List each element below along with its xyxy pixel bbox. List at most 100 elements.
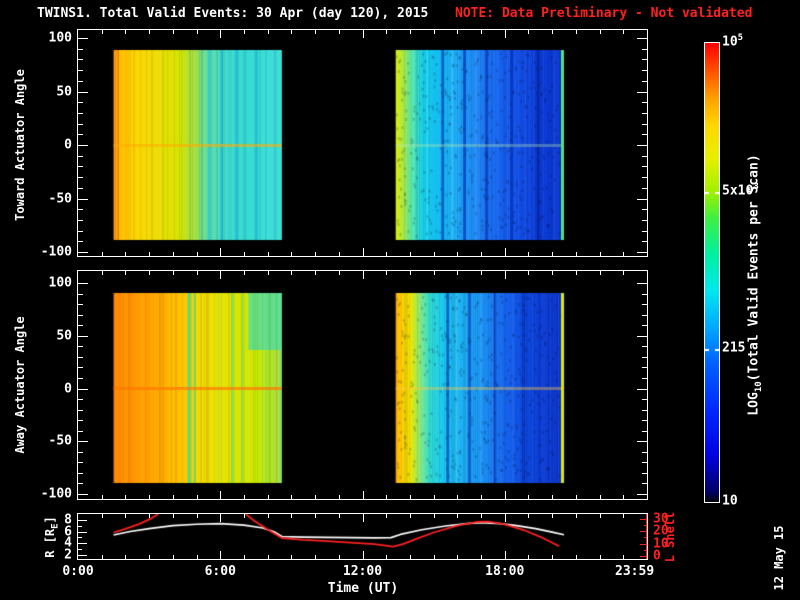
y-tick <box>78 220 83 221</box>
x-tick <box>291 555 292 559</box>
y-tick <box>637 252 647 253</box>
x-tick <box>197 271 198 275</box>
y-tick <box>642 462 647 463</box>
x-tick <box>220 551 221 559</box>
x-tick <box>528 555 529 559</box>
x-tick <box>220 514 221 522</box>
x-tick <box>528 30 529 34</box>
y-tick <box>78 452 83 453</box>
y-tick <box>78 81 83 82</box>
x-tick <box>149 514 150 518</box>
x-tick <box>244 514 245 518</box>
x-tick <box>552 514 553 518</box>
y-tick <box>78 166 83 167</box>
y-tick <box>78 378 83 379</box>
plot-page: TWINS1. Total Valid Events: 30 Apr (day … <box>0 0 800 600</box>
x-tick <box>623 495 624 499</box>
x-tick <box>505 514 506 522</box>
y-tick <box>78 315 83 316</box>
y-tick <box>642 134 647 135</box>
y-tick <box>642 209 647 210</box>
x-tick <box>220 271 221 279</box>
x-tick <box>410 252 411 256</box>
x-tick <box>363 514 364 522</box>
x-tick <box>552 555 553 559</box>
x-tick <box>173 271 174 275</box>
y-tick <box>642 81 647 82</box>
preliminary-note: NOTE: Data Preliminary - Not validated <box>455 7 752 20</box>
y-tick-label: 100 <box>30 277 72 290</box>
y-tick <box>642 378 647 379</box>
x-tick <box>505 248 506 256</box>
away-axis-title: Away Actuator Angle <box>14 316 26 453</box>
x-tick <box>600 495 601 499</box>
y-tick <box>78 483 83 484</box>
y-tick <box>642 220 647 221</box>
r-tick <box>78 549 82 550</box>
x-tick <box>125 30 126 34</box>
l-tick <box>644 537 647 538</box>
y-tick <box>78 357 83 358</box>
x-tick <box>623 514 624 518</box>
y-tick <box>642 188 647 189</box>
x-tick <box>623 555 624 559</box>
y-tick <box>642 102 647 103</box>
y-tick-label: -50 <box>30 435 72 448</box>
x-tick <box>244 555 245 559</box>
y-tick <box>78 59 83 60</box>
y-tick <box>78 199 88 200</box>
l-tick <box>644 525 647 526</box>
l-tick <box>640 531 647 532</box>
plot-title: TWINS1. Total Valid Events: 30 Apr (day … <box>37 7 428 20</box>
x-tick <box>600 252 601 256</box>
x-tick <box>528 514 529 518</box>
toward-axis-title: Toward Actuator Angle <box>14 69 26 221</box>
x-tick <box>434 514 435 518</box>
y-tick <box>78 134 83 135</box>
r-tick <box>78 543 87 544</box>
x-tick <box>623 30 624 34</box>
y-tick <box>637 389 647 390</box>
x-tick <box>291 271 292 275</box>
x-tick <box>576 252 577 256</box>
l-tick-label: 30 <box>653 512 669 525</box>
y-tick <box>78 70 83 71</box>
y-tick <box>642 410 647 411</box>
x-tick <box>268 271 269 275</box>
x-tick <box>149 252 150 256</box>
y-tick <box>642 70 647 71</box>
x-tick <box>268 555 269 559</box>
x-tick <box>268 514 269 518</box>
y-tick <box>637 145 647 146</box>
r-tick-label: 8 <box>30 513 72 526</box>
x-tick <box>125 555 126 559</box>
x-tick <box>505 30 506 38</box>
y-tick <box>642 124 647 125</box>
x-axis-title: Time (UT) <box>328 582 398 595</box>
x-tick <box>173 252 174 256</box>
x-tick <box>386 555 387 559</box>
x-tick <box>268 495 269 499</box>
x-tick <box>481 271 482 275</box>
r-tick <box>78 520 87 521</box>
away-spectrogram-panel <box>77 270 648 500</box>
y-tick-label: -100 <box>30 246 72 259</box>
r-tick <box>78 532 87 533</box>
x-tick <box>268 252 269 256</box>
x-tick <box>434 495 435 499</box>
x-tick <box>173 514 174 518</box>
y-tick <box>642 231 647 232</box>
x-tick <box>339 514 340 518</box>
x-tick <box>291 252 292 256</box>
l-tick <box>640 556 647 557</box>
y-tick <box>78 241 83 242</box>
date-stamp: 12 May 15 <box>773 525 785 590</box>
x-tick <box>410 30 411 34</box>
y-tick <box>78 462 83 463</box>
x-tick <box>386 30 387 34</box>
y-tick-label: -50 <box>30 192 72 205</box>
x-tick <box>291 514 292 518</box>
x-tick <box>576 495 577 499</box>
x-tick <box>600 271 601 275</box>
x-tick <box>600 555 601 559</box>
